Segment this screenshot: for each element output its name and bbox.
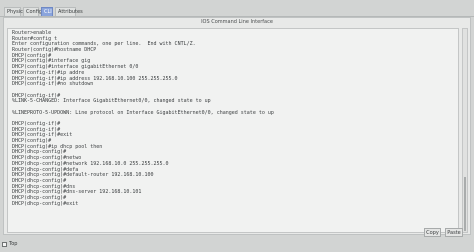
checkbox-icon[interactable] bbox=[2, 241, 7, 247]
console-line: DHCP(dhcp-config)#exit bbox=[12, 200, 79, 207]
scrollbar-thumb[interactable] bbox=[464, 177, 466, 231]
top-checkbox-label: Top bbox=[9, 241, 18, 247]
panel-title: IOS Command Line Interface bbox=[201, 19, 273, 25]
tab-physical[interactable]: Physical bbox=[4, 7, 27, 16]
paste-button[interactable]: Paste bbox=[445, 228, 463, 237]
console-scrollbar[interactable] bbox=[462, 28, 468, 233]
top-checkbox[interactable]: Top bbox=[2, 240, 17, 248]
tab-config[interactable]: Config bbox=[23, 7, 42, 16]
copy-button[interactable]: Copy bbox=[424, 228, 441, 237]
tab-cli[interactable]: CLI bbox=[41, 7, 53, 16]
tab-bar: Physical Config CLI Attributes bbox=[0, 4, 474, 17]
tab-attributes[interactable]: Attributes bbox=[55, 7, 83, 16]
console-output[interactable]: Router>enable Router#config t Enter config… bbox=[7, 28, 459, 233]
cli-panel: IOS Command Line Interface Router>enable… bbox=[3, 17, 471, 235]
